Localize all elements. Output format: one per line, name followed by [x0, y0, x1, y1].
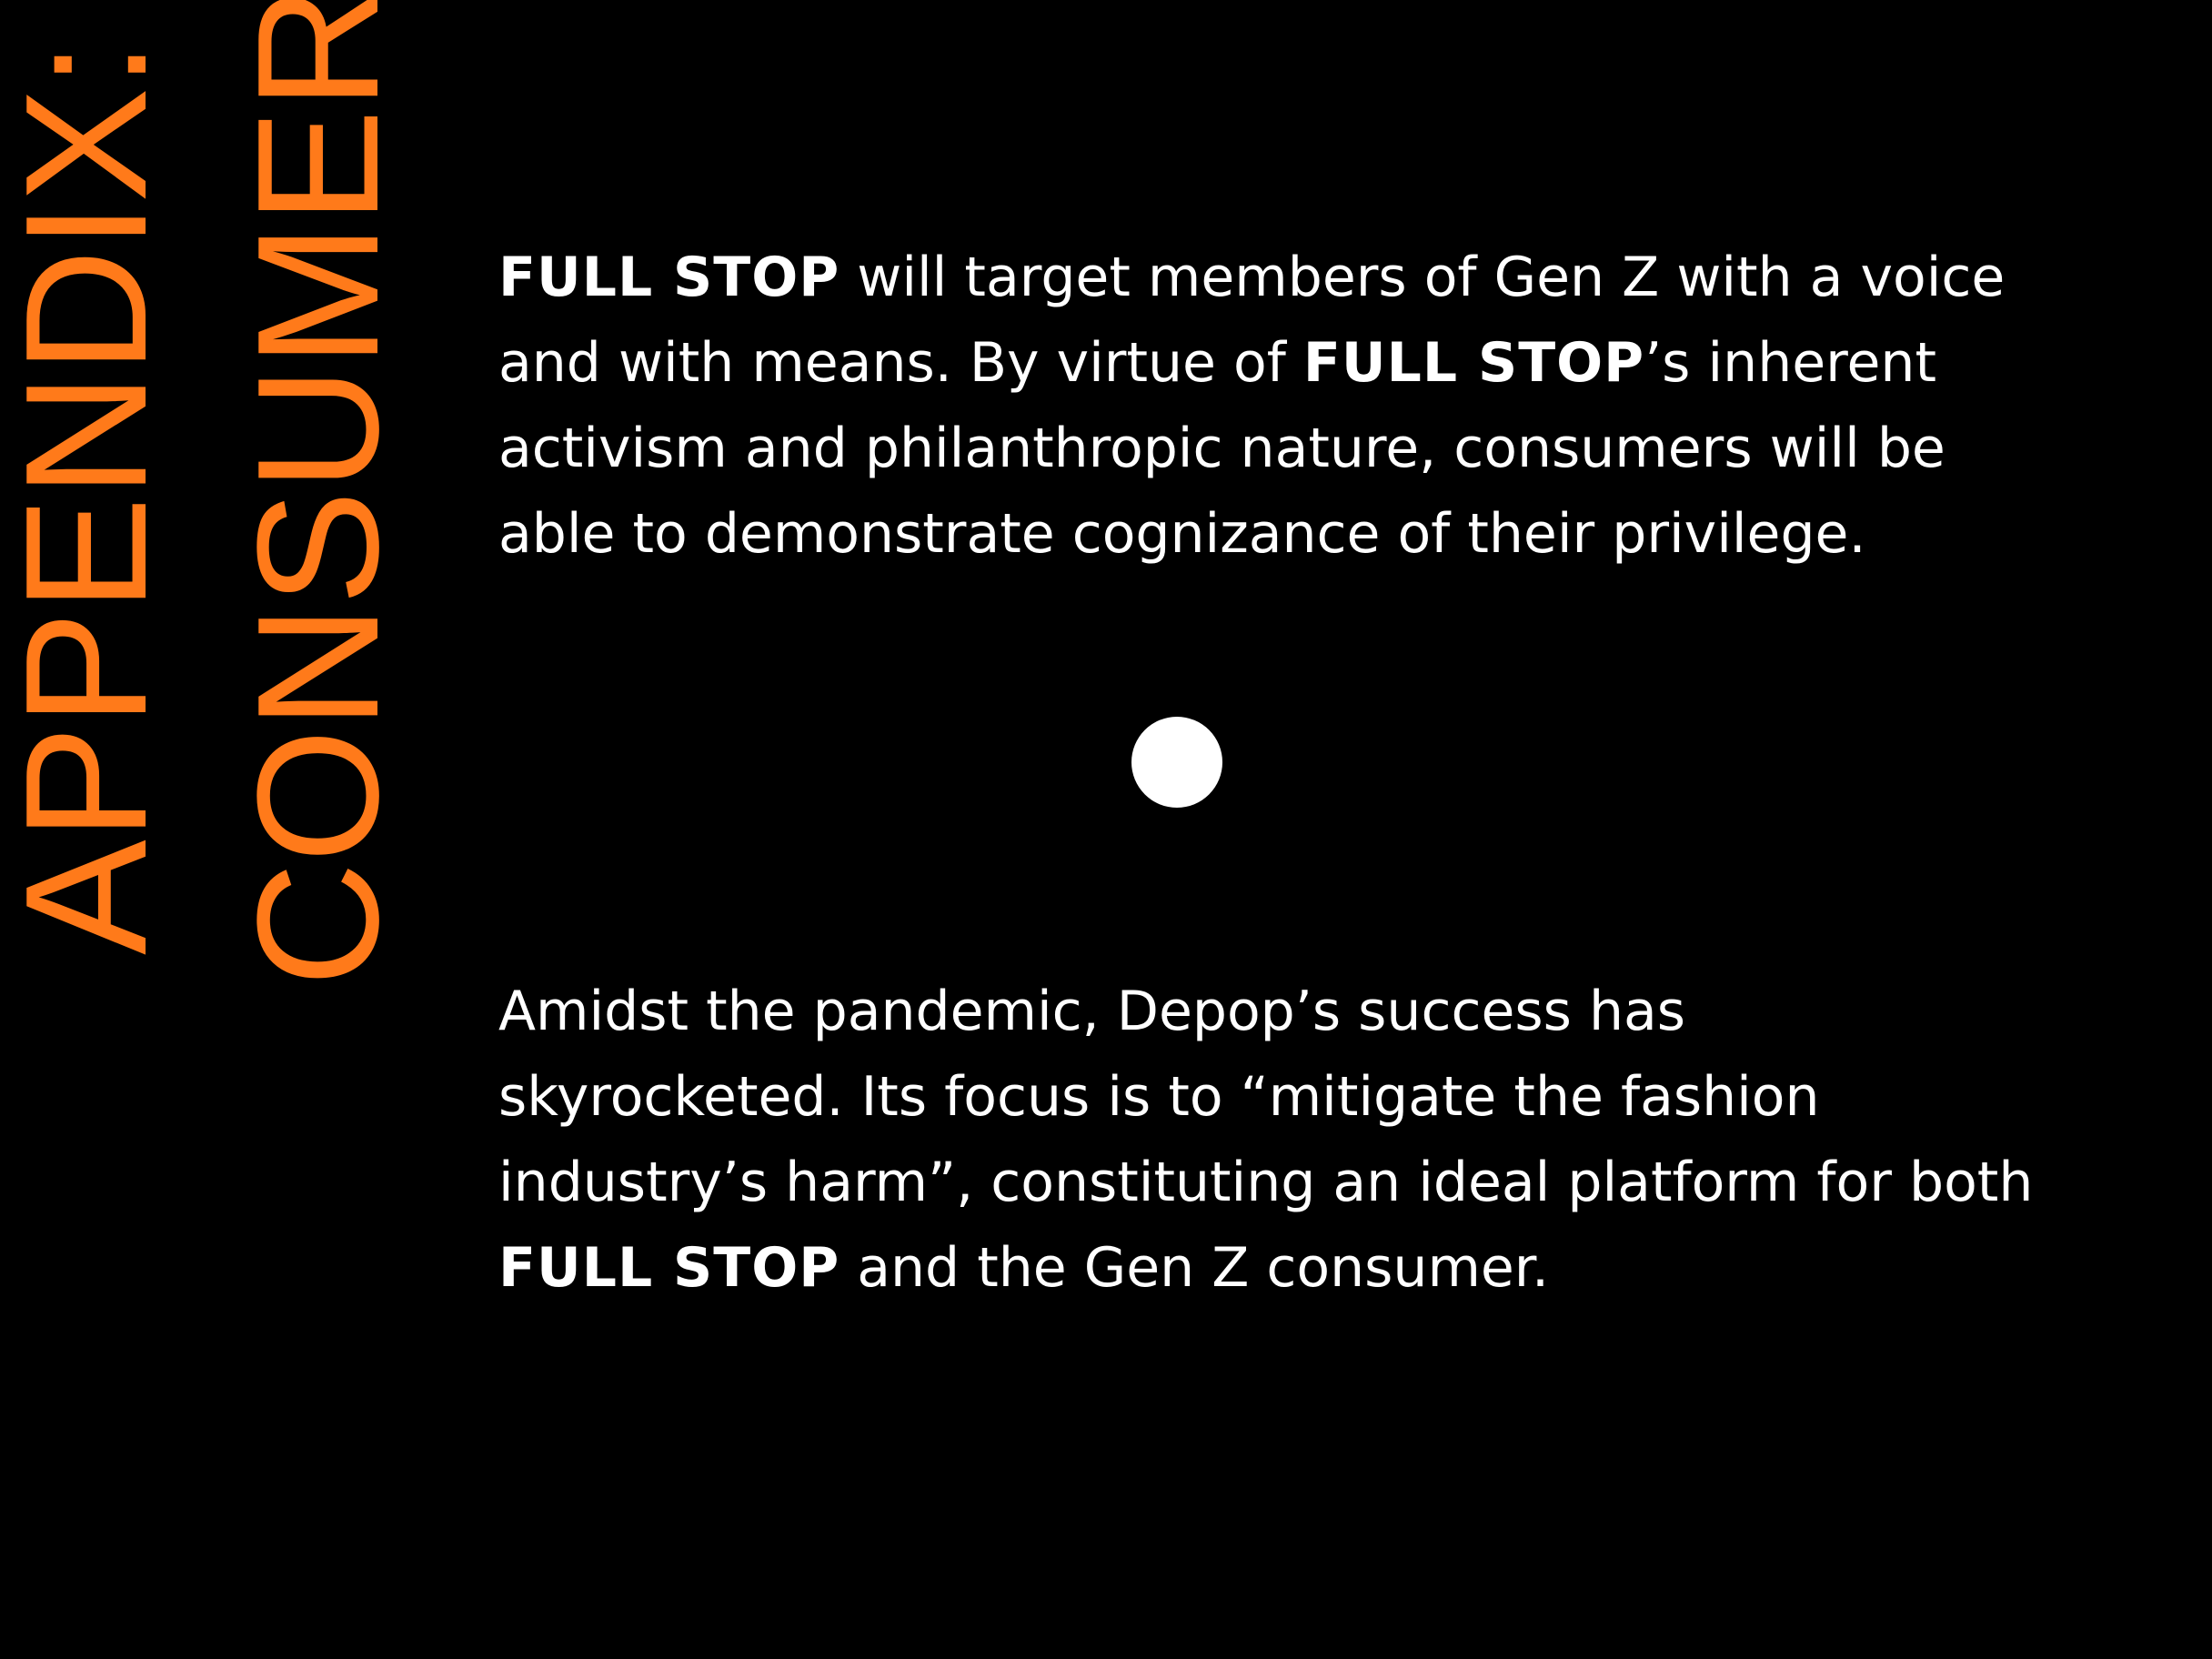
- divider-dot: [1131, 717, 1222, 808]
- brand-name: FULL STOP: [1302, 331, 1645, 395]
- paragraph-text: Amidst the pandemic, Depop’s success has…: [498, 980, 2034, 1214]
- depop-paragraph: Amidst the pandemic, Depop’s success has…: [498, 969, 2045, 1311]
- target-audience-paragraph: FULL STOP will target members of Gen Z w…: [498, 235, 2045, 577]
- paragraph-text: and the Gen Z consumer.: [840, 1236, 1550, 1300]
- page-title-appendix: APPENDIX:: [0, 41, 183, 955]
- brand-name: FULL STOP: [498, 1236, 840, 1300]
- page-title-consumer: CONSUMER: [222, 0, 415, 987]
- brand-name: FULL STOP: [498, 246, 840, 309]
